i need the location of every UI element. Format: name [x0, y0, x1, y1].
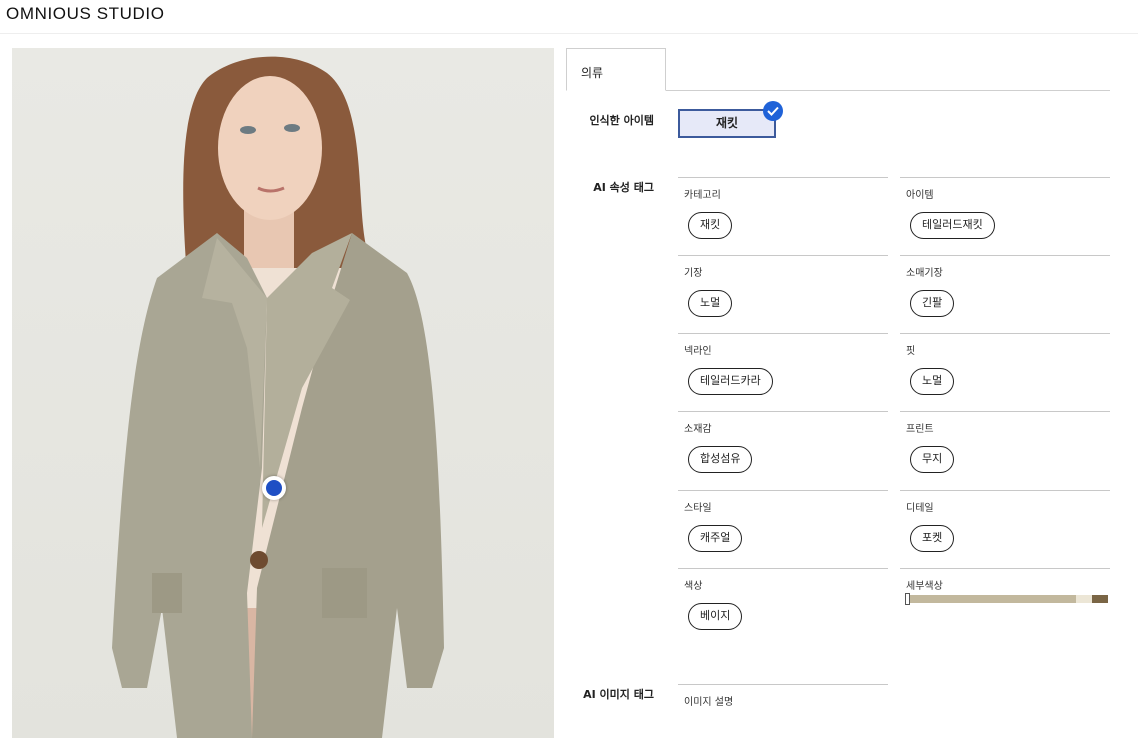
attr-tag[interactable]: 합성섬유 [688, 446, 753, 473]
attr-tag[interactable]: 노멀 [688, 290, 733, 317]
attr-cell: 기장 노멀 [678, 255, 888, 333]
attr-label: 스타일 [684, 503, 712, 514]
attr-label: 넥라인 [684, 346, 712, 357]
ai-image-tags-label: AI 이미지 태그 [583, 688, 654, 701]
attr-cell: 아이템 테일러드재킷 [900, 177, 1110, 255]
attr-cell: 스타일 캐주얼 [678, 490, 888, 568]
ai-attribute-tags-label: AI 속성 태그 [593, 181, 654, 194]
attr-cell: 카테고리 재킷 [678, 177, 888, 255]
color-swatch-3 [1091, 595, 1108, 603]
attr-cell: 넥라인 테일러드카라 [678, 333, 888, 411]
attr-cell: 세부색상 [900, 568, 1110, 646]
detail-color-bar [905, 593, 1108, 605]
attr-tag[interactable]: 캐주얼 [688, 525, 743, 552]
attr-label: 아이템 [906, 190, 934, 201]
attr-tag[interactable]: 노멀 [910, 368, 955, 395]
product-photo [12, 48, 554, 738]
attr-cell: 디테일 포켓 [900, 490, 1110, 568]
attr-label: 색상 [684, 581, 703, 592]
attr-label: 소매기장 [906, 268, 943, 279]
attr-tag[interactable]: 무지 [910, 446, 955, 473]
attr-cell: 색상 베이지 [678, 568, 888, 646]
attr-cell: 소매기장 긴팔 [900, 255, 1110, 333]
attr-cell: 소재감 합성섬유 [678, 411, 888, 489]
attr-tag[interactable]: 재킷 [688, 212, 733, 239]
item-hotspot[interactable] [262, 476, 286, 500]
attr-label: 카테고리 [684, 190, 721, 201]
attr-tag[interactable]: 베이지 [688, 603, 743, 630]
image-description-cell: 이미지 설명 [678, 684, 888, 724]
check-icon [763, 101, 783, 121]
logo[interactable]: OMNIOUS STUDIO [6, 4, 165, 24]
color-swatch-1 [906, 595, 1076, 603]
attr-tag[interactable]: 테일러드카라 [688, 368, 773, 395]
tab-clothing[interactable]: 의류 [566, 48, 666, 91]
top-bar: OMNIOUS STUDIO [0, 0, 1138, 34]
attr-tag[interactable]: 테일러드재킷 [910, 212, 995, 239]
attr-label: 세부색상 [906, 581, 943, 592]
attr-label: 핏 [906, 346, 916, 357]
color-bar-marker [905, 593, 910, 605]
attr-label: 기장 [684, 268, 703, 279]
attr-label: 디테일 [906, 503, 934, 514]
recognized-item-chip[interactable]: 재킷 [678, 109, 776, 138]
attr-tag[interactable]: 포켓 [910, 525, 955, 552]
image-description-label: 이미지 설명 [684, 697, 734, 708]
attr-cell: 프린트 무지 [900, 411, 1110, 489]
category-tabs: 의류 [566, 48, 1110, 91]
attr-tag[interactable]: 긴팔 [910, 290, 955, 317]
attr-cell: 핏 노멀 [900, 333, 1110, 411]
model-illustration [112, 56, 444, 738]
attr-label: 프린트 [906, 424, 934, 435]
recognized-item-label: 인식한 아이템 [589, 114, 654, 127]
color-swatch-2 [1075, 595, 1092, 603]
attr-label: 소재감 [684, 424, 712, 435]
